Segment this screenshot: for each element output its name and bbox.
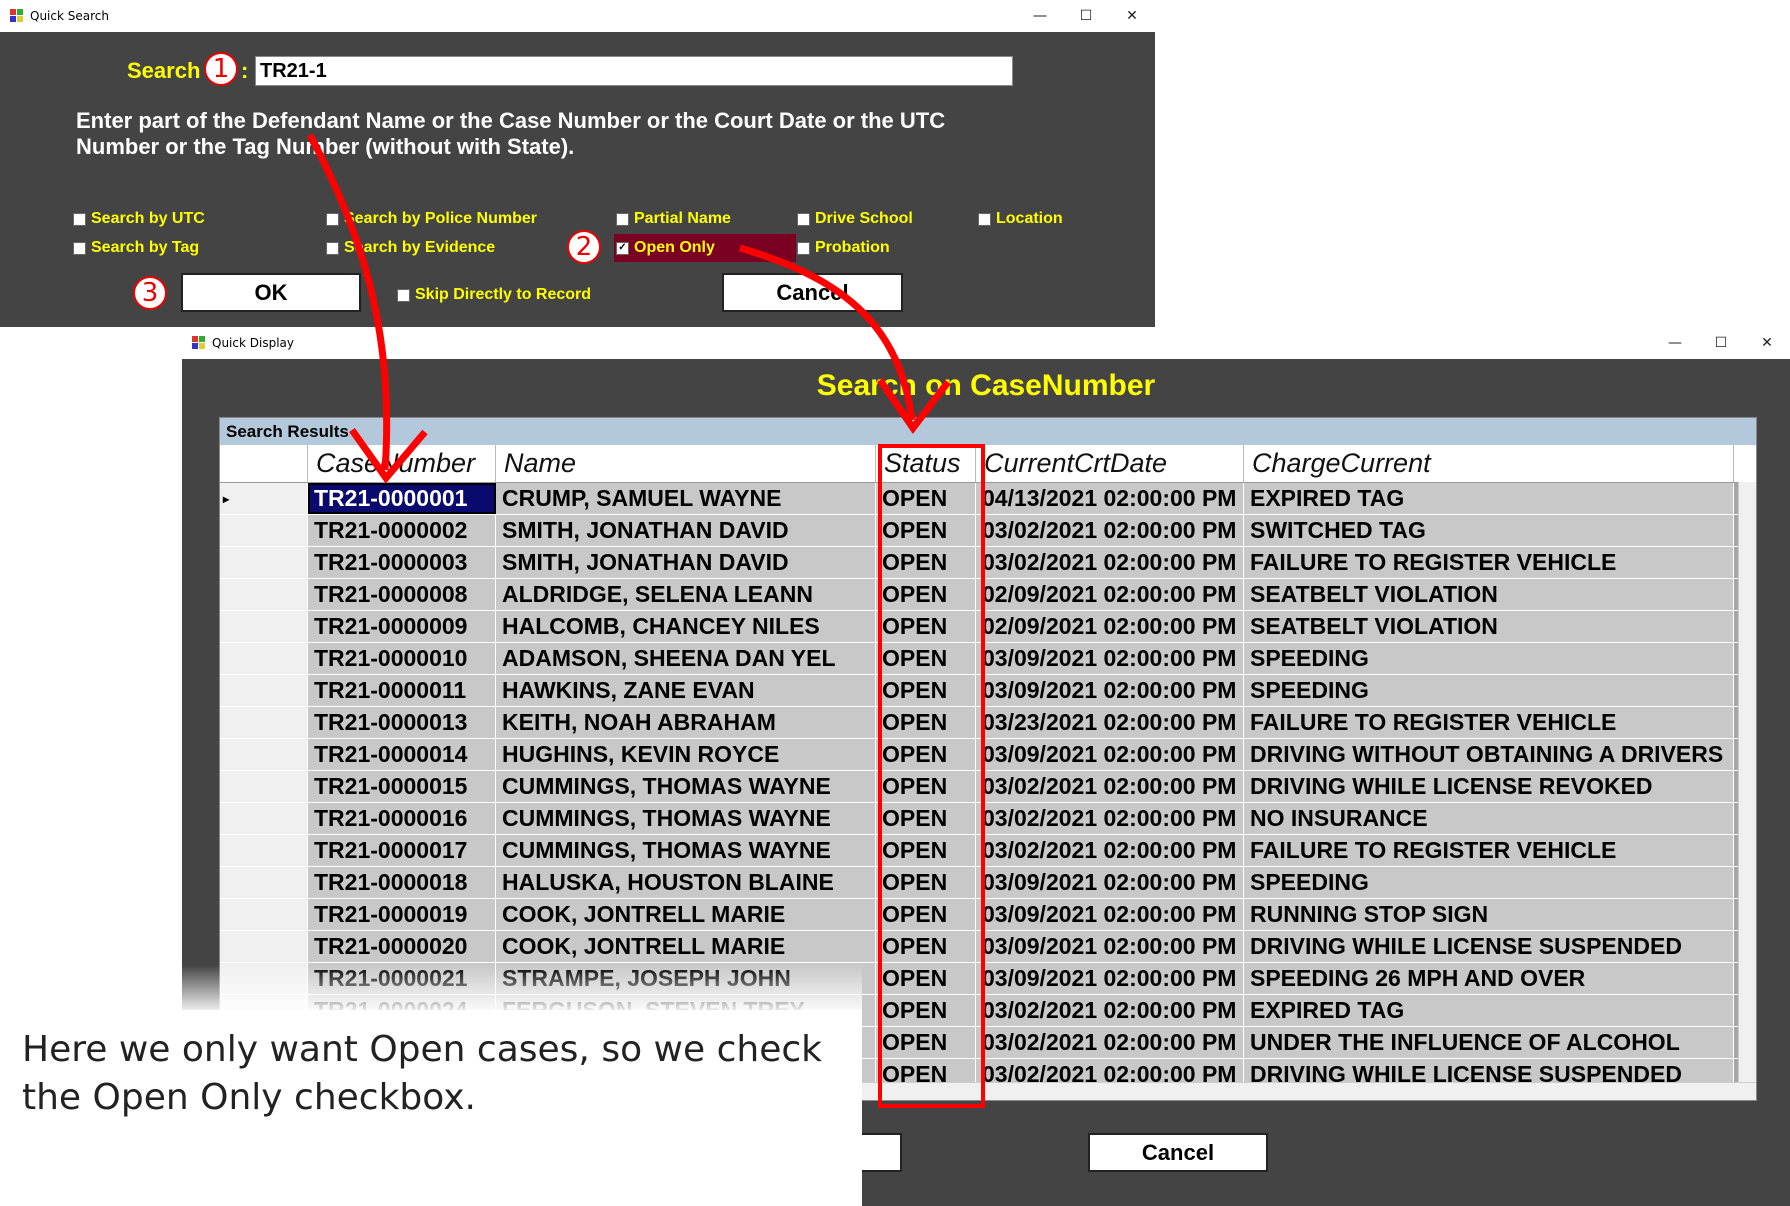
caption-text: Here we only want Open cases, so we chec… bbox=[22, 1029, 822, 1118]
caption-fade bbox=[0, 965, 862, 1015]
status-highlight-box bbox=[878, 444, 985, 1108]
arrow-to-casenumber bbox=[306, 133, 391, 471]
arrow-head-status bbox=[877, 378, 951, 434]
caption-panel: Here we only want Open cases, so we chec… bbox=[0, 1010, 862, 1206]
